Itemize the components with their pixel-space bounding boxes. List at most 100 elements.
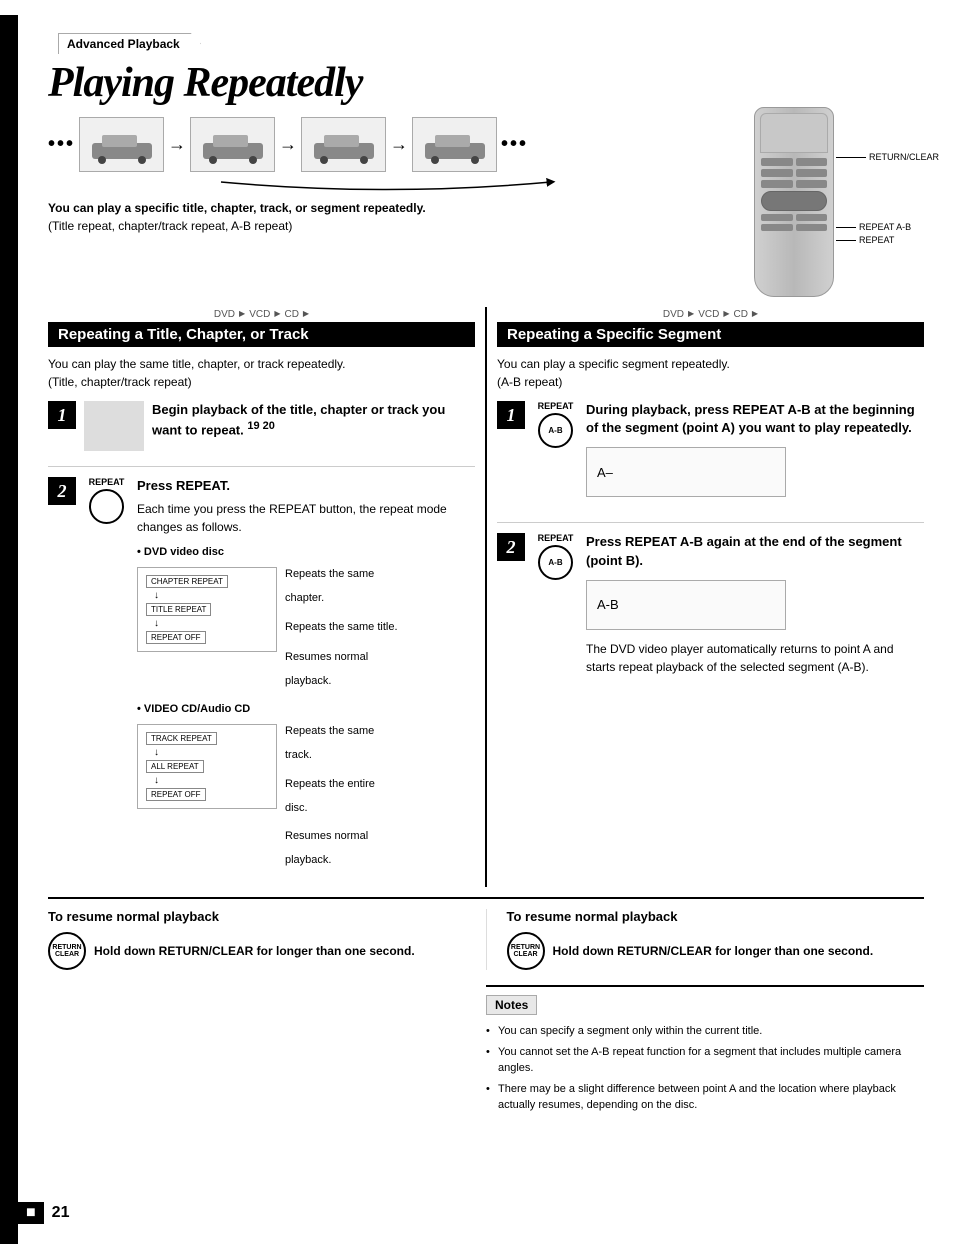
bottom-left: To resume normal playback RETURN CLEAR H… — [48, 909, 486, 970]
dots-right: ••• — [501, 133, 528, 156]
right-section-header: Repeating a Specific Segment — [497, 322, 924, 347]
arrow-3: → — [390, 134, 408, 155]
step-2-title: Press REPEAT. — [137, 477, 475, 495]
remote-btn — [761, 158, 793, 166]
remote-dpad — [761, 191, 827, 211]
two-col-sections: DVD▶ VCD▶ CD▶ Repeating a Title, Chapter… — [48, 307, 924, 887]
bottom-left-block: RETURN CLEAR Hold down RETURN/CLEAR for … — [48, 932, 466, 970]
vcd-mode-3: REPEAT OFF — [146, 788, 268, 801]
right-step-1-num: 1 — [497, 401, 525, 429]
car-3 — [301, 117, 386, 172]
step-1-content: Begin playback of the title, chapter or … — [152, 401, 475, 445]
right-step-2-icon: REPEAT A-B — [533, 533, 578, 580]
vcd-mode-1: TRACK REPEAT — [146, 732, 268, 745]
notes-list: You can specify a segment only within th… — [486, 1023, 924, 1114]
step-2-icon: REPEAT — [84, 477, 129, 524]
remote-btn — [796, 180, 828, 188]
caption-paren: (Title repeat, chapter/track repeat, A-B… — [48, 219, 724, 233]
curve-arrow — [68, 177, 704, 195]
top-area: ••• → — [48, 107, 924, 307]
breadcrumb-area: Advanced Playback — [48, 15, 934, 54]
right-desc: You can play a specific segment repeated… — [497, 355, 924, 391]
repeat-ab-circle-1: A-B — [538, 413, 573, 448]
notes-header: Notes — [486, 995, 537, 1015]
remote-buttons2 — [761, 214, 827, 231]
right-step-2-title: Press REPEAT A-B again at the end of the… — [586, 533, 924, 569]
page-number-area: ■ 21 — [18, 1202, 69, 1224]
vcd-mode-2: ALL REPEAT — [146, 760, 268, 773]
bottom-right-text: Hold down RETURN/CLEAR for longer than o… — [553, 942, 925, 960]
left-format-bar: DVD▶ VCD▶ CD▶ — [48, 309, 475, 320]
vcd-mode-2-box: ALL REPEAT — [146, 760, 204, 773]
remote-body — [754, 107, 834, 297]
vcd-desc-3: Resumes normalplayback. — [285, 824, 375, 872]
vcd-arrow-1: ↓ — [146, 747, 268, 758]
repeat-ab-label: REPEAT A-B — [836, 222, 911, 232]
arrow-2: → — [279, 134, 297, 155]
dvd-mode-3-box: REPEAT OFF — [146, 631, 206, 644]
right-format-bar: DVD▶ VCD▶ CD▶ — [497, 309, 924, 320]
return-circle-left: RETURN CLEAR — [48, 932, 86, 970]
bottom-right: To resume normal playback RETURN CLEAR H… — [486, 909, 925, 970]
dvd-desc-3: Resumes normalplayback. — [285, 645, 398, 693]
dvd-desc-2: Repeats the same title. — [285, 615, 398, 639]
bottom-area: To resume normal playback RETURN CLEAR H… — [48, 897, 924, 970]
right-step-1: 1 REPEAT A-B During playback, press REPE… — [497, 401, 924, 507]
page-wrapper: Advanced Playback Playing Repeatedly ••• — [0, 15, 954, 1244]
remote-btn — [761, 224, 793, 231]
left-bar — [0, 15, 18, 1244]
car-1 — [79, 117, 164, 172]
notes-area-wrapper: Notes You can specify a segment only wit… — [48, 985, 924, 1118]
right-step-2: 2 REPEAT A-B Press REPEAT A-B again at t… — [497, 533, 924, 675]
right-step-1-title: During playback, press REPEAT A-B at the… — [586, 401, 924, 437]
display-box-2: A-B — [586, 580, 786, 630]
bottom-right-block: RETURN CLEAR Hold down RETURN/CLEAR for … — [507, 932, 925, 970]
page-num-box: ■ — [18, 1202, 44, 1224]
left-section-header: Repeating a Title, Chapter, or Track — [48, 322, 475, 347]
notes-spacer — [48, 985, 486, 1118]
step-1-title: Begin playback of the title, chapter or … — [152, 401, 475, 440]
arrow-1: → — [168, 134, 186, 155]
illustration-area: ••• → — [48, 107, 724, 238]
step-2-content: Press REPEAT. Each time you press the RE… — [137, 477, 475, 872]
repeat-ab-circle-2: A-B — [538, 545, 573, 580]
content-area: Advanced Playback Playing Repeatedly ••• — [18, 15, 954, 1118]
label-line — [836, 240, 856, 241]
remote-btn — [796, 169, 828, 177]
repeat-circle — [89, 489, 124, 524]
vcd-mode-diagram: TRACK REPEAT ↓ ALL REPEAT ↓ REPEAT OFF — [137, 724, 277, 809]
dvd-modes: CHAPTER REPEAT ↓ TITLE REPEAT ↓ REPEAT O… — [137, 562, 475, 693]
left-step-2: 2 REPEAT Press REPEAT. Each time you pre… — [48, 477, 475, 872]
right-step-1-content: During playback, press REPEAT A-B at the… — [586, 401, 924, 507]
vcd-desc-2: Repeats the entiredisc. — [285, 772, 375, 820]
dvd-mode-1-box: CHAPTER REPEAT — [146, 575, 228, 588]
notes-section: Notes You can specify a segment only wit… — [486, 985, 924, 1118]
remote-btn — [796, 158, 828, 166]
remote-btn — [761, 180, 793, 188]
bottom-right-title: To resume normal playback — [507, 909, 925, 924]
label-line — [836, 227, 856, 228]
vcd-arrow-2: ↓ — [146, 775, 268, 786]
remote-diagram: RETURN/CLEAR REPEAT A-B REPEAT — [754, 107, 914, 307]
step-divider — [48, 466, 475, 467]
vcd-modes: TRACK REPEAT ↓ ALL REPEAT ↓ REPEAT OFF — [137, 719, 475, 872]
left-step-1: 1 Begin playback of the title, chapter o… — [48, 401, 475, 451]
bottom-left-text: Hold down RETURN/CLEAR for longer than o… — [94, 942, 466, 960]
dvd-desc-1: Repeats the samechapter. — [285, 562, 398, 610]
step-1-num: 1 — [48, 401, 76, 429]
dvd-mode-descs: Repeats the samechapter. Repeats the sam… — [285, 562, 398, 693]
note-2: You cannot set the A-B repeat function f… — [486, 1044, 924, 1077]
note-3: There may be a slight difference between… — [486, 1081, 924, 1114]
remote-top — [760, 113, 828, 153]
dvd-arrow-2: ↓ — [146, 618, 268, 629]
dvd-mode-2: TITLE REPEAT — [146, 603, 268, 616]
left-section: DVD▶ VCD▶ CD▶ Repeating a Title, Chapter… — [48, 307, 487, 887]
dvd-mode-diagram: CHAPTER REPEAT ↓ TITLE REPEAT ↓ REPEAT O… — [137, 567, 277, 652]
remote-btn — [761, 214, 793, 221]
step-2-num: 2 — [48, 477, 76, 505]
step-1-graphic — [84, 401, 144, 451]
right-step-2-num: 2 — [497, 533, 525, 561]
dvd-mode-1: CHAPTER REPEAT — [146, 575, 268, 588]
note-1: You can specify a segment only within th… — [486, 1023, 924, 1040]
vcd-mode-descs: Repeats the sametrack. Repeats the entir… — [285, 719, 375, 872]
